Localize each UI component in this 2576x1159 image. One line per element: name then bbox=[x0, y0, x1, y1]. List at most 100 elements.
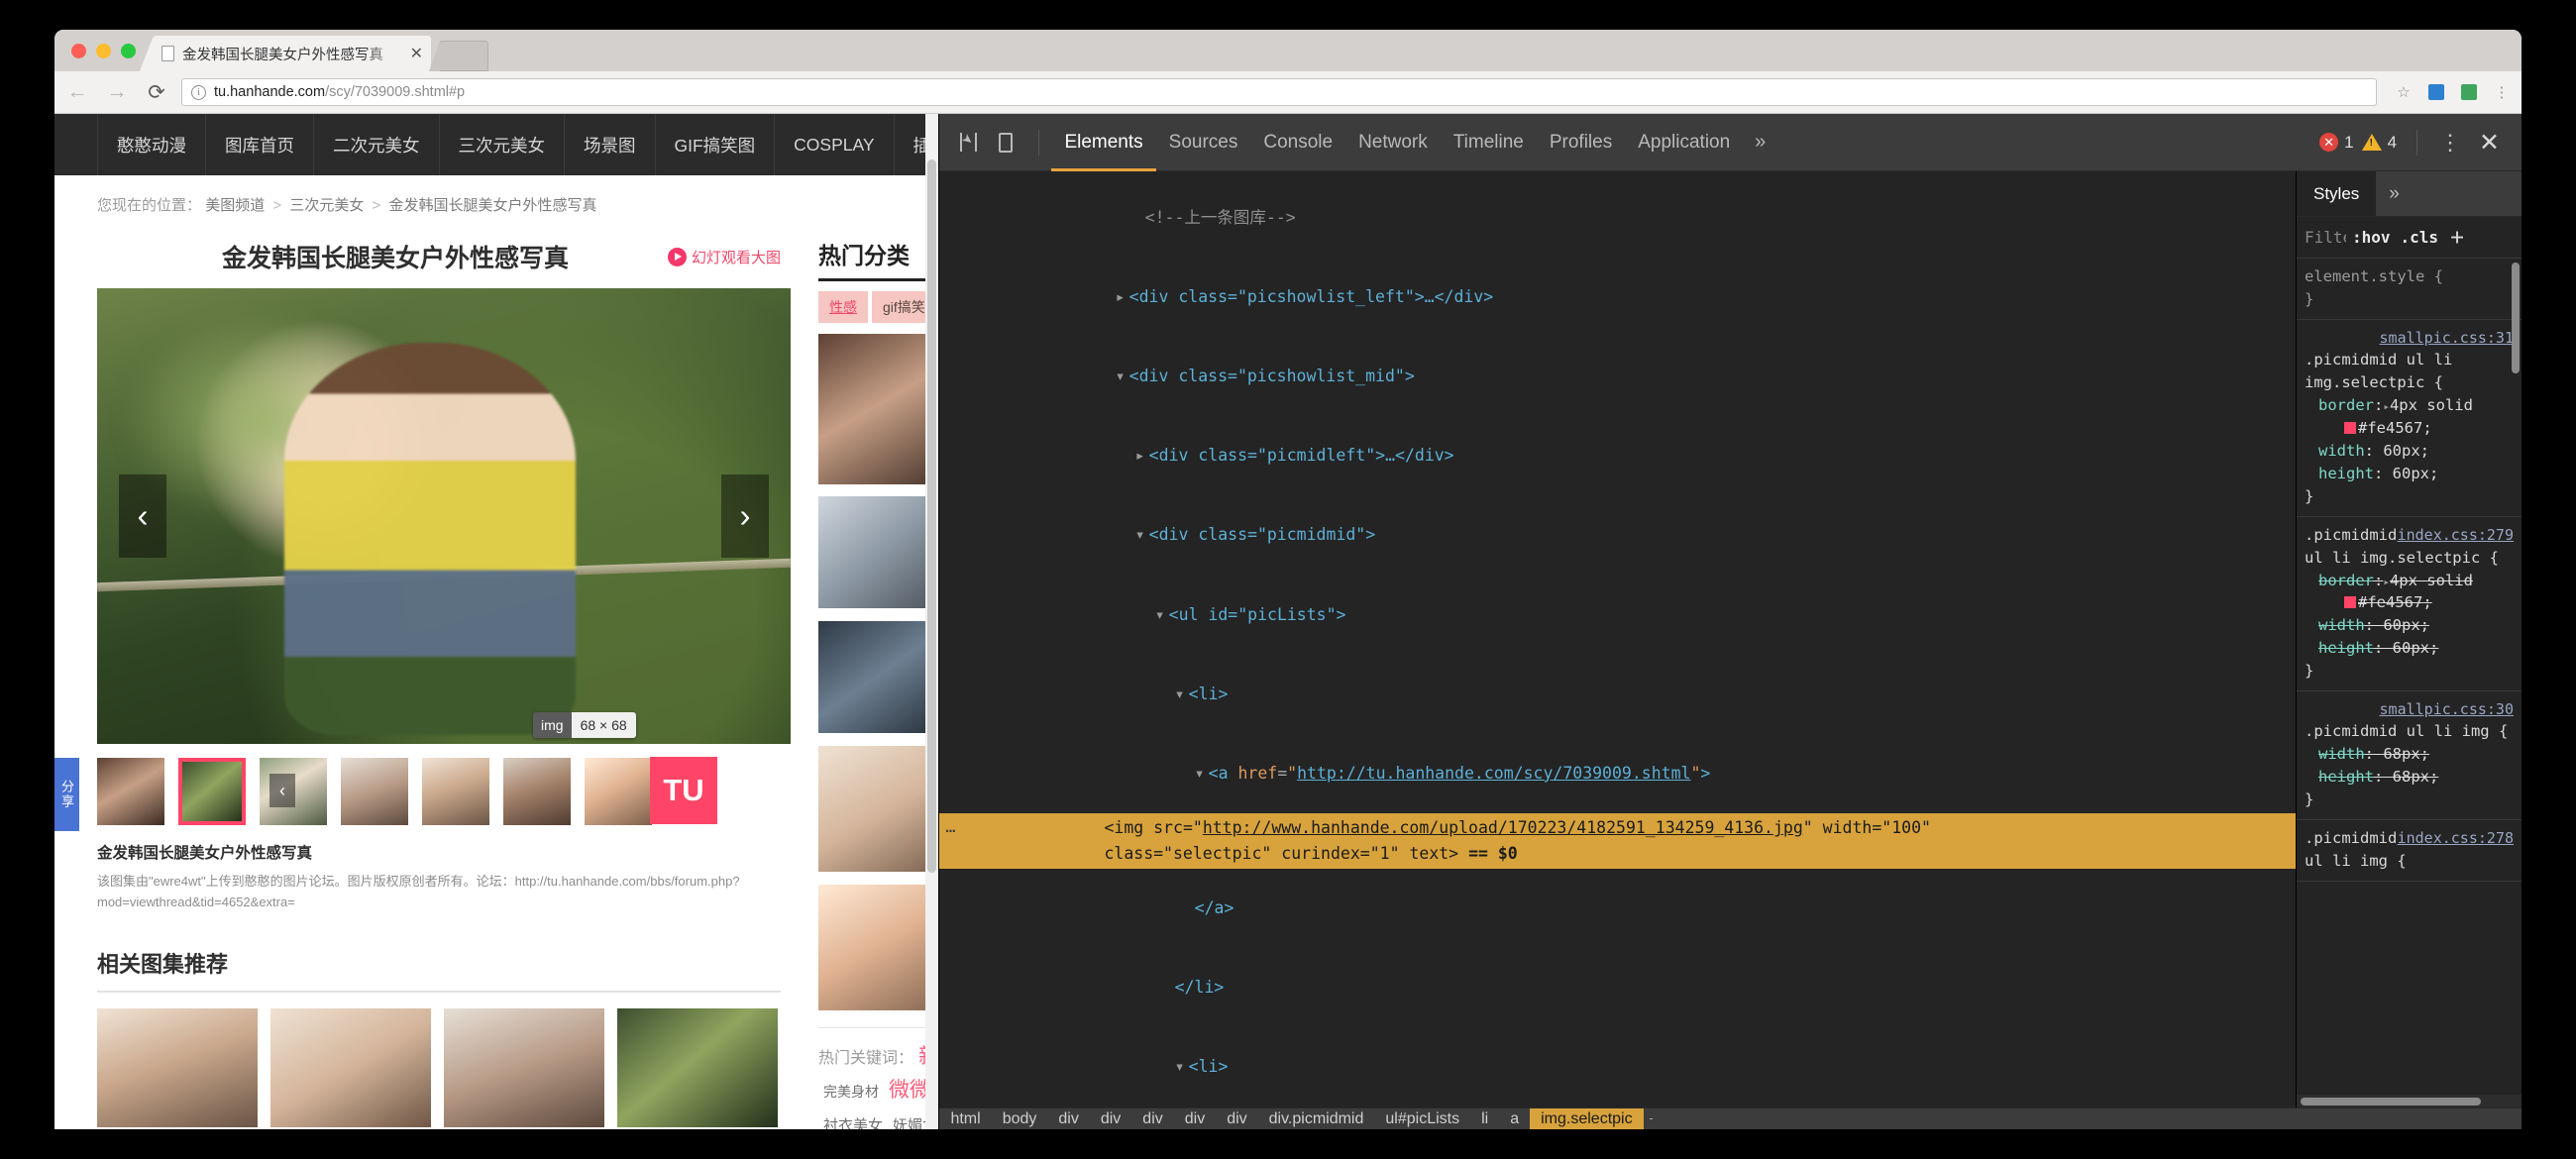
error-count-badge[interactable]: ✕ 1 bbox=[2319, 133, 2353, 153]
thumbnail-4[interactable] bbox=[422, 758, 489, 825]
breadcrumb-node-div-0[interactable]: div bbox=[1047, 1108, 1089, 1129]
styles-rules-list[interactable]: element.style { } smallpic.css:31 .picmi… bbox=[2297, 259, 2522, 1095]
rule-2-prop-0-value[interactable]: 68px bbox=[2383, 745, 2419, 763]
category-thumbnail[interactable] bbox=[818, 334, 938, 484]
color-swatch-1[interactable] bbox=[2344, 596, 2356, 608]
styles-horizontal-scrollbar[interactable] bbox=[2297, 1095, 2522, 1107]
collapse-triangle-icon[interactable]: ▾ bbox=[1116, 364, 1129, 390]
sidebar-thumb-0[interactable] bbox=[818, 496, 938, 608]
dom-attr-href-1[interactable]: http://tu.hanhande.com/scy/7039009.shtml bbox=[1297, 764, 1690, 783]
nav-item-5[interactable]: GIF搞笑图 bbox=[655, 114, 775, 175]
rule-2[interactable]: smallpic.css:30 .picmidmid ul li img { w… bbox=[2297, 691, 2522, 820]
keyword-1[interactable]: 完美身材 bbox=[823, 1084, 879, 1100]
dom-line-a-1[interactable]: ▾<a href="http://tu.hanhande.com/scy/703… bbox=[939, 734, 2296, 813]
rule-1-prop-0-name[interactable]: border bbox=[2318, 572, 2374, 589]
breadcrumb-node-div-3[interactable]: div bbox=[1174, 1108, 1216, 1129]
collapse-triangle-icon-2[interactable]: ▾ bbox=[1135, 522, 1149, 549]
rule-0-prop-1-value[interactable]: 60px bbox=[2383, 442, 2419, 460]
strip-prev-button[interactable]: ‹ bbox=[269, 774, 295, 807]
tab-styles[interactable]: Styles bbox=[2297, 171, 2376, 216]
breadcrumb-node-img-selectpic[interactable]: img.selectpic bbox=[1530, 1108, 1643, 1129]
rule-0-prop-2-value[interactable]: 60px bbox=[2393, 465, 2429, 482]
rule-1-source[interactable]: index.css:279 bbox=[2398, 524, 2514, 546]
warning-count-badge[interactable]: 4 bbox=[2362, 133, 2397, 153]
breadcrumb-node-a[interactable]: a bbox=[1499, 1108, 1530, 1129]
dom-line-picshowlist-mid[interactable]: ▾<div class="picshowlist_mid"> bbox=[939, 337, 2296, 416]
expand-triangle-icon-2[interactable]: ▸ bbox=[1135, 443, 1149, 470]
tab-elements[interactable]: Elements bbox=[1051, 114, 1155, 171]
page-scrollbar[interactable] bbox=[925, 114, 938, 1129]
more-tabs-icon[interactable]: » bbox=[1743, 131, 1777, 154]
thumbnail-3[interactable] bbox=[341, 758, 408, 825]
extension-icon-blue[interactable] bbox=[2423, 79, 2449, 105]
tab-close-icon[interactable]: ✕ bbox=[404, 44, 423, 63]
rule-2-source[interactable]: smallpic.css:30 bbox=[2380, 698, 2514, 720]
tab-console[interactable]: Console bbox=[1250, 114, 1345, 171]
border-expand-icon[interactable]: ▸ bbox=[2383, 399, 2390, 415]
extension-icon-green[interactable] bbox=[2456, 79, 2482, 105]
nav-item-2[interactable]: 二次元美女 bbox=[313, 114, 439, 175]
rule-0[interactable]: smallpic.css:31 .picmidmid ul li img.sel… bbox=[2297, 320, 2522, 517]
hero-prev-button[interactable]: ‹ bbox=[119, 474, 166, 558]
rule-element-style[interactable]: element.style { } bbox=[2297, 259, 2522, 320]
styles-filter-input[interactable]: Filte bbox=[2305, 228, 2346, 247]
slideshow-link[interactable]: 幻灯观看大图 bbox=[668, 247, 781, 267]
breadcrumb-node-div-2[interactable]: div bbox=[1131, 1108, 1173, 1129]
collapse-triangle-icon-6[interactable]: ▾ bbox=[1175, 1054, 1189, 1081]
forward-icon[interactable]: → bbox=[100, 75, 134, 109]
breadcrumb-node-html[interactable]: html bbox=[939, 1108, 991, 1129]
breadcrumb-node-div-1[interactable]: div bbox=[1090, 1108, 1131, 1129]
rule-1-prop-2-name[interactable]: height bbox=[2318, 639, 2374, 657]
dom-line-picshowlist-left[interactable]: ▸<div class="picshowlist_left">…</div> bbox=[939, 258, 2296, 337]
bookmark-star-icon[interactable]: ☆ bbox=[2391, 79, 2416, 105]
thumbnail-0[interactable] bbox=[97, 758, 164, 825]
dom-line-li-2[interactable]: ▾<li> bbox=[939, 1028, 2296, 1107]
browser-menu-icon[interactable]: ⋮ bbox=[2489, 79, 2515, 105]
related-card-3[interactable] bbox=[617, 1008, 778, 1127]
breadcrumb-node-div-4[interactable]: div bbox=[1216, 1108, 1257, 1129]
window-minimize-button[interactable] bbox=[96, 44, 111, 58]
rule-0-source[interactable]: smallpic.css:31 bbox=[2380, 327, 2514, 349]
device-toolbar-icon[interactable] bbox=[989, 126, 1022, 159]
breadcrumb-node-picmidmid[interactable]: div.picmidmid bbox=[1258, 1108, 1375, 1129]
rule-0-prop-0-color[interactable]: #fe4567 bbox=[2358, 419, 2422, 437]
new-tab-button[interactable] bbox=[439, 41, 488, 71]
back-icon[interactable]: ← bbox=[60, 75, 94, 109]
cat-tab-0[interactable]: 性感 bbox=[818, 291, 868, 323]
reload-icon[interactable]: ⟳ bbox=[140, 75, 173, 109]
related-card-2[interactable] bbox=[444, 1008, 604, 1127]
hero-next-button[interactable]: › bbox=[721, 474, 769, 558]
expand-triangle-icon[interactable]: ▸ bbox=[1116, 284, 1129, 311]
collapse-triangle-icon-5[interactable]: ▾ bbox=[1195, 761, 1209, 788]
dom-tree[interactable]: <!--上一条图库--> ▸<div class="picshowlist_le… bbox=[939, 171, 2296, 1107]
window-close-button[interactable] bbox=[71, 44, 86, 58]
devtools-menu-icon[interactable]: ⋮ bbox=[2429, 130, 2471, 156]
rule-0-prop-1-name[interactable]: width bbox=[2318, 442, 2365, 460]
related-card-1[interactable] bbox=[270, 1008, 431, 1127]
nav-item-6[interactable]: COSPLAY bbox=[774, 114, 893, 175]
rule-2-prop-1-name[interactable]: height bbox=[2318, 768, 2374, 786]
rule-0-prop-2-name[interactable]: height bbox=[2318, 465, 2374, 482]
sidebar-thumb-3[interactable] bbox=[818, 885, 938, 1010]
sidebar-thumb-1[interactable] bbox=[818, 621, 938, 733]
collapse-triangle-icon-4[interactable]: ▾ bbox=[1175, 682, 1189, 708]
rule-1-prop-2-value[interactable]: 60px bbox=[2393, 639, 2429, 657]
inspect-element-icon[interactable] bbox=[951, 126, 985, 159]
rule-3[interactable]: index.css:278 .picmidmid ul li img { bbox=[2297, 820, 2522, 882]
nav-item-0[interactable]: 憨憨动漫 bbox=[97, 114, 205, 175]
devtools-close-icon[interactable]: ✕ bbox=[2471, 128, 2508, 158]
tab-sources[interactable]: Sources bbox=[1156, 114, 1251, 171]
tab-application[interactable]: Application bbox=[1625, 114, 1743, 171]
color-swatch-0[interactable] bbox=[2344, 422, 2356, 434]
nav-item-1[interactable]: 图库首页 bbox=[205, 114, 313, 175]
browser-tab[interactable]: 金发韩国长腿美女户外性感写真 ✕ bbox=[154, 36, 431, 71]
nav-item-3[interactable]: 三次元美女 bbox=[439, 114, 565, 175]
tab-network[interactable]: Network bbox=[1345, 114, 1441, 171]
hover-state-toggle[interactable]: :hov bbox=[2352, 228, 2391, 247]
site-info-icon[interactable]: i bbox=[191, 85, 206, 100]
dom-line-picmidleft[interactable]: ▸<div class="picmidleft">…</div> bbox=[939, 416, 2296, 495]
share-tab[interactable]: 分享 bbox=[54, 758, 79, 831]
page-scrollbar-thumb[interactable] bbox=[927, 159, 936, 873]
breadcrumb-item-1[interactable]: 三次元美女 bbox=[289, 197, 364, 214]
tab-timeline[interactable]: Timeline bbox=[1441, 114, 1537, 171]
